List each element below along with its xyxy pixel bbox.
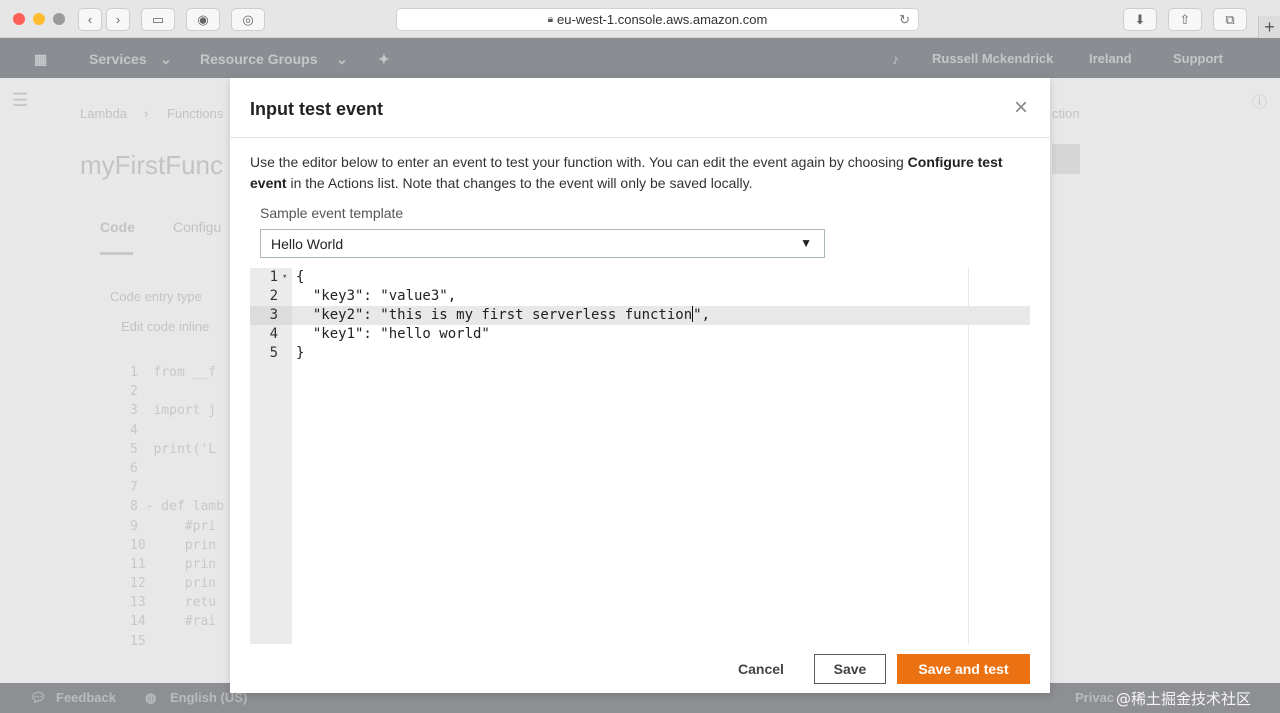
shield-icon: ◉: [197, 11, 209, 27]
code-line: "key3": "value3",: [296, 288, 457, 304]
tabs-button[interactable]: ⧉: [1213, 8, 1247, 31]
editor-gutter: 1 ▾ 2 3 4 5: [250, 268, 292, 644]
event-json-editor[interactable]: 1 ▾ 2 3 4 5 { "key3": "value3", "key2": …: [250, 268, 1030, 644]
extension-button[interactable]: ◎: [231, 8, 265, 31]
tab-code[interactable]: Code: [100, 219, 135, 235]
modal-header: Input test event ×: [230, 78, 1050, 138]
line-number: 3: [250, 306, 292, 325]
code-line-active: "key2": "this is my first serverless fun…: [296, 306, 1030, 325]
chevron-down-icon: ⌄: [160, 51, 172, 67]
fold-arrow-icon[interactable]: ▾: [282, 268, 287, 287]
downloads-button[interactable]: ⬇: [1123, 8, 1157, 31]
info-icon[interactable]: ⓘ: [1252, 91, 1267, 112]
watermark: @稀土掘金技术社区: [1116, 690, 1252, 708]
user-menu[interactable]: Russell Mckendrick: [932, 51, 1053, 66]
cancel-button[interactable]: Cancel: [725, 654, 797, 684]
sidebar-button[interactable]: ▭: [141, 8, 175, 31]
new-tab-button[interactable]: +: [1258, 16, 1280, 38]
feedback-link[interactable]: Feedback: [56, 690, 116, 705]
share-button[interactable]: ⇧: [1168, 8, 1202, 31]
minimize-window-button[interactable]: [33, 13, 45, 25]
aws-logo-icon: ▦: [34, 51, 48, 67]
chevron-right-icon: ›: [115, 12, 121, 27]
lock-icon: 🔒︎: [547, 14, 554, 25]
hamburger-icon[interactable]: ☰: [12, 90, 28, 111]
close-window-button[interactable]: [13, 13, 25, 25]
code-line: {: [296, 269, 305, 285]
breadcrumb-lambda[interactable]: Lambda: [80, 106, 127, 121]
close-icon[interactable]: ×: [1014, 94, 1028, 122]
line-number: 2: [269, 288, 278, 304]
description-text-2: in the Actions list. Note that changes t…: [286, 175, 753, 191]
services-menu[interactable]: Services: [89, 51, 147, 67]
feedback-icon: 💬︎: [30, 690, 47, 705]
actions-button[interactable]: [1052, 144, 1080, 174]
modal-title: Input test event: [250, 99, 384, 119]
page-title: myFirstFunc: [80, 150, 223, 180]
save-and-test-button[interactable]: Save and test: [897, 654, 1030, 684]
chevron-left-icon: ‹: [87, 12, 93, 27]
pin-icon[interactable]: ✦: [378, 51, 390, 68]
line-number: 5: [269, 345, 278, 361]
template-select[interactable]: Hello World ▼: [260, 229, 825, 258]
template-selected-value: Hello World: [271, 236, 344, 252]
bell-icon[interactable]: ♪: [892, 51, 899, 67]
zoom-window-button[interactable]: [53, 13, 65, 25]
tab-configuration[interactable]: Configu: [173, 219, 221, 235]
breadcrumb-function[interactable]: ction: [1052, 106, 1079, 121]
address-bar[interactable]: 🔒︎ eu-west-1.console.aws.amazon.com ↻: [396, 8, 919, 31]
code-entry-select[interactable]: Edit code inline: [121, 319, 209, 334]
tabs-icon: ⧉: [1225, 11, 1235, 27]
download-icon: ⬇: [1134, 11, 1146, 27]
url-text: eu-west-1.console.aws.amazon.com: [557, 12, 768, 27]
tab-indicator: [100, 252, 133, 255]
save-button[interactable]: Save: [814, 654, 886, 684]
region-menu[interactable]: Ireland: [1089, 51, 1132, 66]
globe-icon: ◍: [145, 690, 157, 705]
caret-down-icon: ▼: [800, 236, 812, 250]
reload-icon[interactable]: ↻: [899, 12, 910, 28]
code-entry-label: Code entry type: [110, 289, 202, 304]
code-text: "key2": "this is my first serverless fun…: [296, 307, 693, 323]
breadcrumb-functions[interactable]: Functions: [167, 106, 223, 121]
modal-description: Use the editor below to enter an event t…: [250, 152, 1040, 194]
breadcrumb-separator: ›: [144, 106, 149, 121]
extension-icon: ◎: [242, 11, 254, 27]
aws-top-nav: ▦ Services ⌄ Resource Groups ⌄ ✦ ♪ Russe…: [0, 38, 1280, 78]
browser-toolbar: ‹ › ▭ ◉ ◎ 🔒︎ eu-west-1.console.aws.amazo…: [0, 0, 1280, 38]
template-label: Sample event template: [260, 205, 404, 221]
share-icon: ⇧: [1179, 11, 1191, 27]
resource-groups-menu[interactable]: Resource Groups: [200, 51, 317, 67]
support-menu[interactable]: Support: [1173, 51, 1223, 66]
code-text: ",: [693, 307, 711, 323]
input-test-event-modal: Input test event × Use the editor below …: [230, 78, 1050, 693]
sidebar-icon: ▭: [151, 11, 165, 27]
privacy-link[interactable]: Privac: [1075, 690, 1114, 705]
back-button[interactable]: ‹: [78, 8, 102, 31]
description-text-1: Use the editor below to enter an event t…: [250, 154, 908, 170]
code-line: }: [296, 345, 305, 361]
chevron-down-icon: ⌄: [336, 51, 348, 67]
privacy-button[interactable]: ◉: [186, 8, 220, 31]
line-number: 4: [269, 326, 278, 342]
forward-button[interactable]: ›: [106, 8, 130, 31]
code-line: "key1": "hello world": [296, 326, 490, 342]
